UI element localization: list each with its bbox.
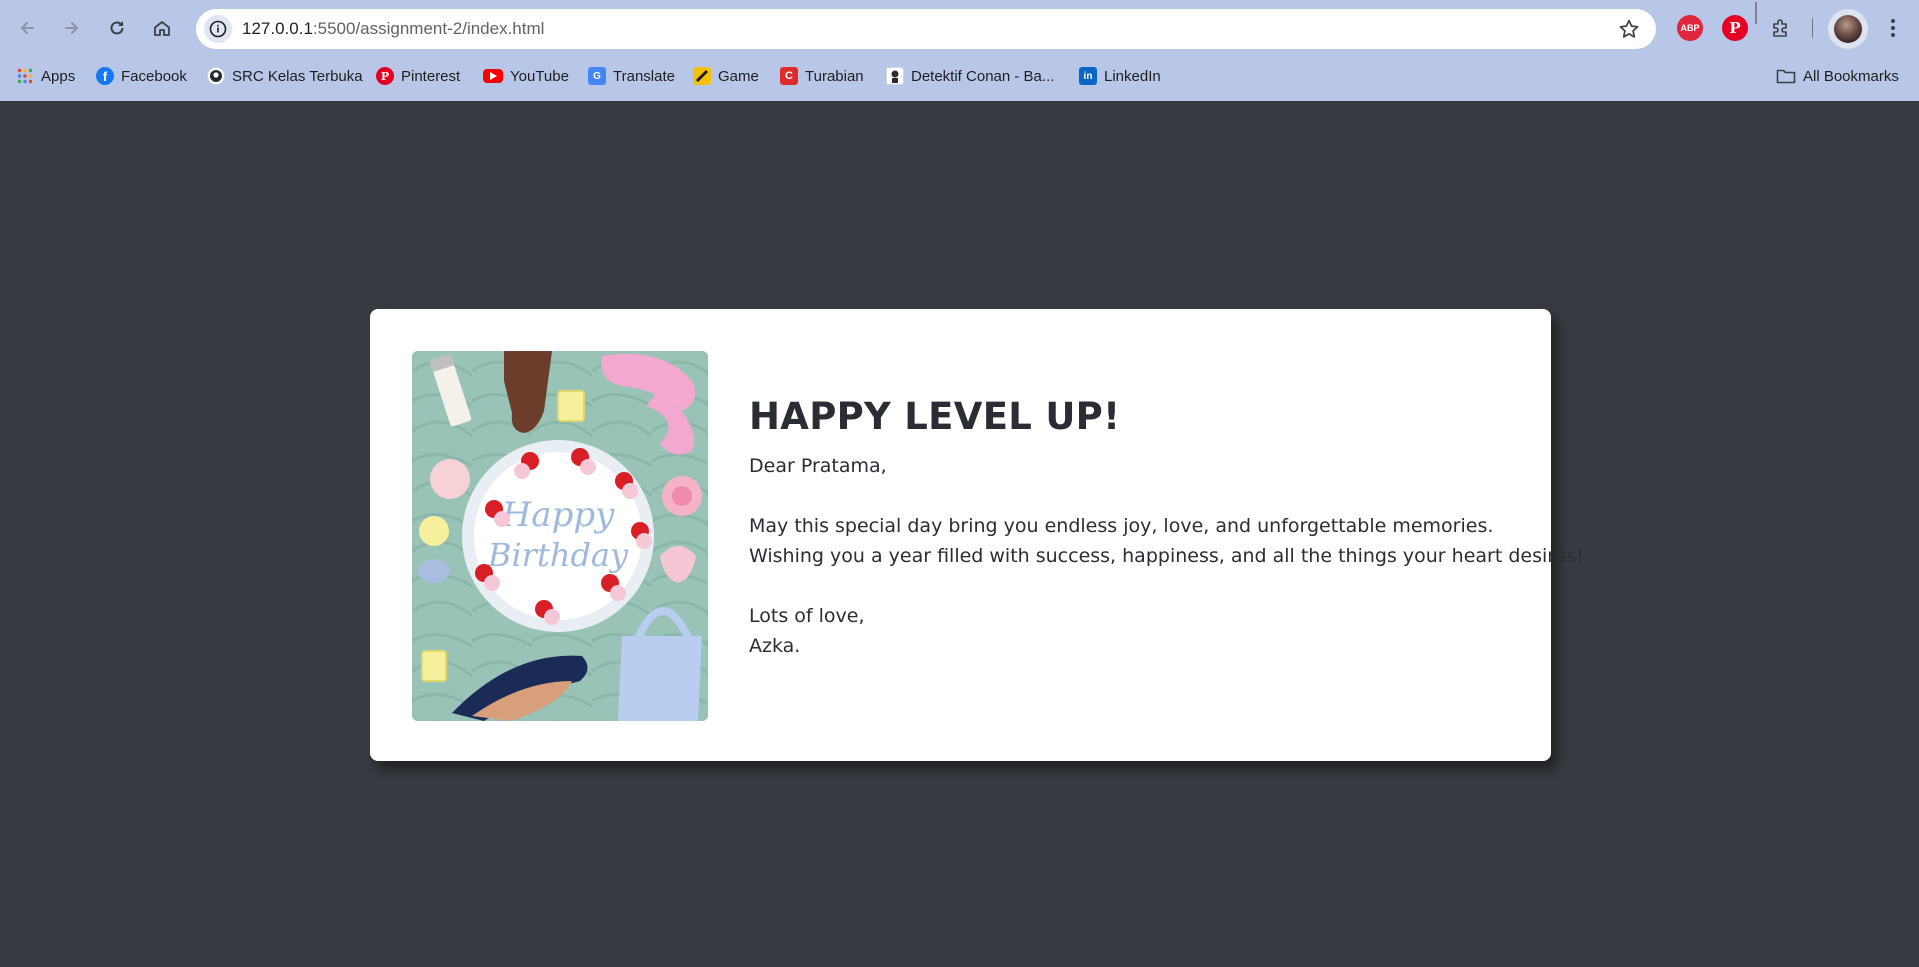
arrow-right-icon (65, 22, 79, 34)
bookmark-apps[interactable]: Apps (16, 64, 75, 88)
bookmark-star-icon[interactable] (1618, 18, 1640, 40)
greeting: Dear Pratama, (749, 455, 887, 477)
folder-icon (1776, 69, 1796, 84)
all-bookmarks-button[interactable]: All Bookmarks (1776, 64, 1899, 88)
conan-icon (886, 67, 904, 85)
translate-icon: G (588, 67, 606, 85)
url-text[interactable]: 127.0.0.1:5500/assignment-2/index.html (242, 19, 544, 39)
bookmark-turabian[interactable]: C Turabian (780, 64, 864, 88)
browser-toolbar: 127.0.0.1:5500/assignment-2/index.html A… (0, 0, 1919, 58)
browser-menu-button[interactable] (1880, 15, 1906, 41)
back-button[interactable] (10, 11, 44, 45)
forward-button[interactable] (55, 11, 89, 45)
reload-icon (110, 21, 124, 35)
bookmark-facebook[interactable]: f Facebook (96, 64, 187, 88)
avatar-image (1834, 15, 1862, 43)
birthday-illustration: Happy Birthday (412, 351, 708, 721)
linkedin-icon: in (1079, 67, 1097, 85)
card-title: HAPPY LEVEL UP! (749, 395, 1121, 438)
bookmark-youtube[interactable]: YouTube (483, 64, 569, 88)
game-icon (693, 67, 711, 85)
bookmarks-divider (1755, 2, 1757, 24)
url-host: 127.0.0.1 (242, 19, 313, 38)
signature: Azka. (749, 635, 801, 657)
message-line-1: May this special day bring you endless j… (749, 515, 1494, 537)
turabian-icon: C (780, 67, 798, 85)
card-message: HAPPY LEVEL UP! Dear Pratama, May this s… (749, 395, 1584, 661)
message-line-2: Wishing you a year filled with success, … (749, 545, 1584, 567)
svg-text:Happy: Happy (501, 495, 615, 535)
closing: Lots of love, (749, 605, 865, 627)
bookmark-src-kelas-terbuka[interactable]: SRC Kelas Terbuka (207, 64, 363, 88)
bookmark-translate[interactable]: G Translate (588, 64, 675, 88)
birthday-card: Happy Birthday HAPPY LEVEL UP! Dear Prat… (370, 309, 1584, 761)
facebook-icon: f (96, 67, 114, 85)
bookmarks-bar: Apps f Facebook SRC Kelas Terbuka P Pint… (0, 62, 1919, 90)
bookmark-game[interactable]: Game (693, 64, 759, 88)
pinterest-extension-icon[interactable]: P (1722, 15, 1748, 41)
extensions-puzzle-icon[interactable] (1768, 15, 1794, 41)
pinterest-icon: P (376, 67, 394, 85)
home-icon (154, 21, 170, 36)
bookmark-linkedin[interactable]: in LinkedIn (1079, 64, 1161, 88)
address-bar[interactable]: 127.0.0.1:5500/assignment-2/index.html (196, 9, 1656, 49)
youtube-icon (483, 69, 503, 83)
svg-text:Birthday: Birthday (487, 536, 629, 574)
bookmark-pinterest[interactable]: P Pinterest (376, 64, 460, 88)
bookmark-detektif-conan[interactable]: Detektif Conan - Ba... (886, 64, 1054, 88)
home-button[interactable] (145, 11, 179, 45)
site-info-icon[interactable] (204, 15, 232, 43)
more-vert-icon (1891, 19, 1895, 37)
arrow-left-icon (20, 22, 34, 34)
profile-avatar[interactable] (1828, 9, 1868, 49)
browser-chrome: 127.0.0.1:5500/assignment-2/index.html A… (0, 0, 1919, 101)
reload-button[interactable] (100, 11, 134, 45)
url-path: :5500/assignment-2/index.html (312, 19, 545, 38)
github-icon (207, 67, 225, 85)
toolbar-divider (1812, 18, 1813, 38)
apps-grid-icon (16, 67, 34, 85)
adblock-plus-icon[interactable]: ABP (1677, 15, 1703, 41)
